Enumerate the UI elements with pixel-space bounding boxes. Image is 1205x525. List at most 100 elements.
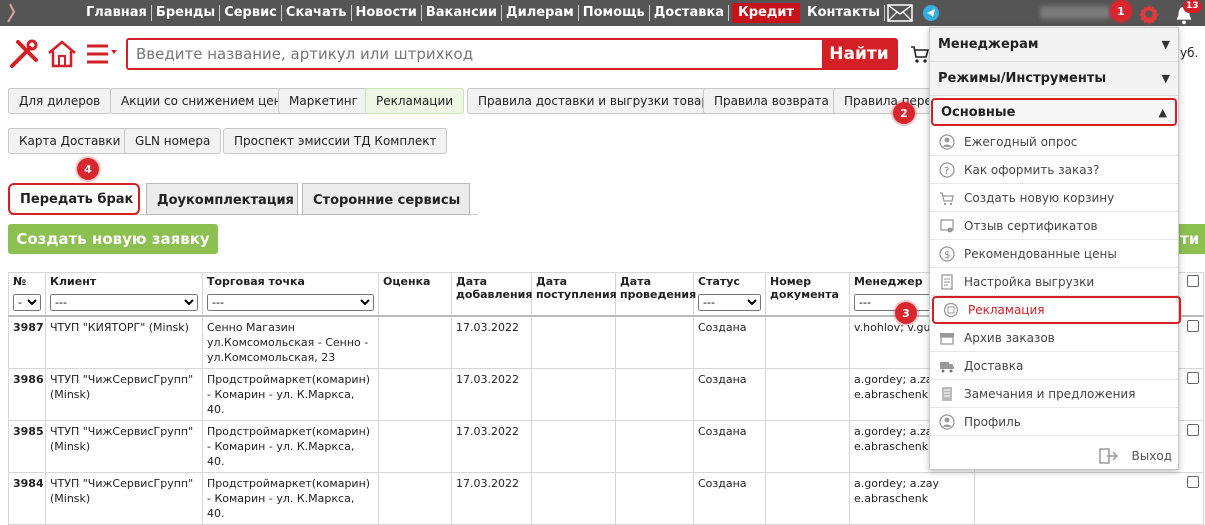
cell-date-processed [615, 315, 694, 369]
chip-gln-numbers[interactable]: GLN номера [124, 128, 222, 154]
menu-item-certificates[interactable]: Отзыв сертификатов [930, 212, 1178, 240]
menu-section-main[interactable]: Основные ▲ [931, 98, 1177, 126]
nav-brands[interactable]: Бренды [152, 5, 221, 21]
svg-text:$: $ [944, 250, 950, 261]
menu-item-reclamation[interactable]: Рекламация [932, 296, 1181, 324]
col-header-status: Статус [693, 272, 766, 293]
search-button[interactable]: Найти [822, 40, 896, 68]
menu-item-how-to-order[interactable]: ? Как оформить заказ? [930, 156, 1178, 184]
logout-icon [1098, 448, 1118, 464]
cell-date-added: 17.03.2022 [451, 315, 532, 369]
filter-number-cell: - [8, 293, 46, 317]
user-name-blurred[interactable] [1040, 6, 1110, 19]
cell-date-received [531, 315, 616, 369]
cell-date-added: 17.03.2022 [451, 420, 532, 473]
nav-news[interactable]: Новости [352, 5, 422, 21]
menu-section-managers[interactable]: Менеджерам ▼ [930, 28, 1178, 62]
menu-item-new-cart[interactable]: Создать новую корзину [930, 184, 1178, 212]
create-request-button[interactable]: Создать новую заявку [8, 224, 218, 254]
caret-down-icon: ▼ [1161, 72, 1170, 85]
row-checkbox[interactable] [1187, 424, 1199, 436]
chip-delivery-map[interactable]: Карта Доставки [8, 128, 132, 154]
nav-credit[interactable]: Кредит [732, 3, 800, 23]
cell-date-received [531, 420, 616, 473]
row-checkbox[interactable] [1187, 320, 1199, 332]
tab-recompletion[interactable]: Доукомплектация [146, 183, 298, 215]
menu-section-modes-tools[interactable]: Режимы/Инструменты ▼ [930, 62, 1178, 96]
nav-dealers[interactable]: Дилерам [502, 5, 579, 21]
cell-doc-number [765, 315, 850, 369]
cell-point: Продстроймаркет(комарин) - Комарин - ул.… [202, 368, 379, 421]
menu-item-recommended-prices[interactable]: $ Рекомендованные цены [930, 240, 1178, 268]
nav-vacancies[interactable]: Вакансии [422, 5, 503, 21]
chip-emission-prospectus[interactable]: Проспект эмиссии ТД Комплект [223, 128, 448, 154]
cell-status: Создана [693, 420, 766, 473]
tab-third-party-services[interactable]: Сторонние сервисы [302, 183, 470, 215]
nav-home[interactable]: Главная [82, 5, 152, 21]
caret-down-icon: ▼ [1161, 38, 1170, 51]
menu-item-export-settings[interactable]: Настройка выгрузки [930, 268, 1178, 296]
chip-for-dealers[interactable]: Для дилеров [8, 88, 112, 114]
chip-return-rules[interactable]: Правила возврата [703, 88, 840, 114]
filter-client[interactable]: --- [50, 294, 198, 311]
menu-item-delivery[interactable]: Доставка [930, 352, 1178, 380]
cell-point: Продстроймаркет(комарин) - Комарин - ул.… [202, 472, 379, 525]
filter-point[interactable]: --- [207, 294, 374, 311]
cell-rating [378, 420, 452, 473]
cell-doc-number [765, 368, 850, 421]
row-checkbox[interactable] [1187, 372, 1199, 384]
cell-select [974, 472, 1204, 525]
gear-icon[interactable] [1138, 3, 1160, 25]
table-row[interactable]: 3984 ЧТУП "ЧижСервисГрупп" (Minsk) Продс… [8, 472, 1204, 525]
telegram-icon[interactable] [922, 5, 939, 21]
menu-item-label: Настройка выгрузки [964, 274, 1095, 289]
tab-transfer-defect[interactable]: Передать брак [8, 183, 140, 215]
cell-status: Создана [693, 315, 766, 369]
tools-icon[interactable] [8, 38, 40, 70]
nav-download[interactable]: Скачать [282, 5, 352, 21]
filter-point-cell: --- [202, 293, 379, 317]
cell-date-added: 17.03.2022 [451, 368, 532, 421]
col-header-rating: Оценка [378, 272, 452, 293]
menu-item-label: Создать новую корзину [964, 190, 1115, 205]
cell-point: Продстроймаркет(комарин) - Комарин - ул.… [202, 420, 379, 473]
menu-item-annual-survey[interactable]: Ежегодный опрос [930, 128, 1178, 156]
cell-number: 3985 [8, 420, 46, 473]
menu-item-feedback[interactable]: Замечания и предложения [930, 380, 1178, 408]
col-header-doc-number: Номер документа [765, 272, 850, 316]
callout-1: 1 [1110, 0, 1132, 22]
certificate-icon [938, 217, 956, 235]
logout-row[interactable]: Выход [930, 443, 1178, 469]
menu-item-profile[interactable]: Профиль [930, 408, 1178, 436]
settings-dropdown: Менеджерам ▼ Режимы/Инструменты ▼ Основн… [929, 27, 1181, 470]
row-checkbox[interactable] [1187, 476, 1199, 488]
cell-doc-number [765, 420, 850, 473]
nav-delivery[interactable]: Доставка [650, 5, 730, 21]
cell-client: ЧТУП "КИЯТОРГ" (Minsk) [45, 315, 203, 369]
home-icon[interactable] [46, 38, 78, 70]
nav-service[interactable]: Сервис [220, 5, 282, 21]
select-all-checkbox[interactable] [1187, 275, 1199, 287]
search-input[interactable] [128, 40, 822, 68]
menu-section-label: Основные [941, 104, 1016, 120]
chip-discount-promos[interactable]: Акции со снижением цен [110, 88, 293, 114]
menu-item-label: Доставка [964, 358, 1024, 373]
menu-icon[interactable] [84, 38, 118, 70]
notes-icon [938, 385, 956, 403]
mail-icon[interactable] [887, 4, 913, 22]
menu-item-order-archive[interactable]: Архив заказов [930, 324, 1178, 352]
filter-status-cell: --- [693, 293, 766, 317]
nav-help[interactable]: Помощь [579, 5, 650, 21]
top-bar: Главная Бренды Сервис Скачать Новости Ва… [0, 0, 1205, 26]
cell-rating [378, 368, 452, 421]
filter-status[interactable]: --- [698, 294, 761, 311]
chip-marketing[interactable]: Маркетинг [278, 88, 369, 114]
nav-contacts[interactable]: Контакты [803, 5, 885, 21]
cart-sum-suffix: уб. [1180, 46, 1199, 60]
cart-icon[interactable] [910, 44, 930, 64]
chip-reclamations[interactable]: Рекламации [365, 88, 465, 114]
callout-2: 2 [893, 102, 915, 124]
chip-delivery-rules[interactable]: Правила доставки и выгрузки товара [467, 88, 728, 114]
green-action-button[interactable]: ти [1176, 224, 1205, 254]
filter-number[interactable]: - [13, 294, 41, 311]
